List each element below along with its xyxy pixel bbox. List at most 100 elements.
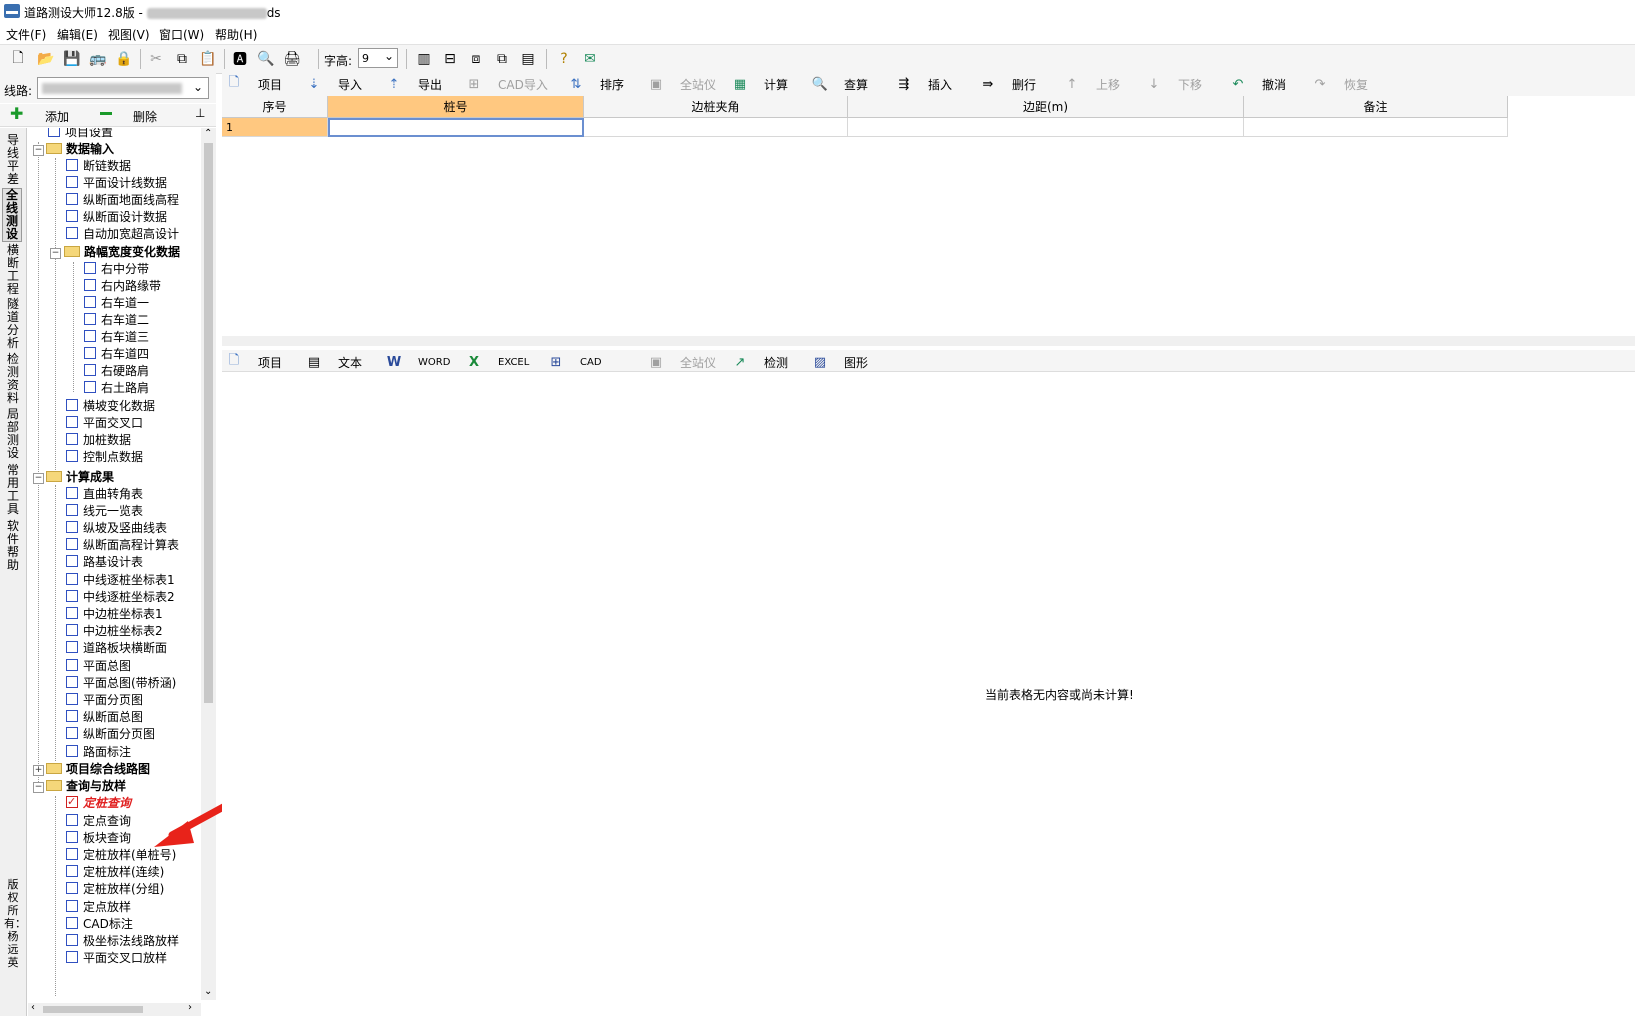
tree-item[interactable]: 纵断面总图	[66, 709, 143, 726]
cut-icon[interactable]: ✂	[146, 49, 166, 69]
tree-item[interactable]: 右内路缘带	[84, 278, 161, 295]
tree-item[interactable]: CAD标注	[66, 916, 133, 933]
tree-item[interactable]: 右车道二	[84, 312, 149, 329]
tree-item[interactable]: 平面总图(带桥涵)	[66, 675, 176, 692]
tree-folder-width-change[interactable]: 路幅宽度变化数据	[64, 244, 180, 261]
vtab-tunnel[interactable]: 隧道分析	[4, 298, 22, 350]
export-button[interactable]: ⇡ 导出	[386, 72, 442, 96]
window-restore-icon[interactable]: ⧈	[466, 49, 486, 69]
column-header[interactable]: 边距(m)	[848, 96, 1244, 118]
menu-file[interactable]: 文件(F)	[6, 26, 46, 43]
tree-item[interactable]: 右中分带	[84, 261, 149, 278]
tree-item-selected[interactable]: 定桩查询	[66, 793, 131, 812]
tree-folder-route-map[interactable]: 项目综合线路图	[46, 761, 150, 778]
tree-folder-data-input[interactable]: 数据输入	[46, 141, 114, 158]
tree-item[interactable]: 定桩放样(分组)	[66, 881, 164, 898]
pane-splitter[interactable]	[222, 336, 1635, 346]
project-button[interactable]: 🗋 项目	[226, 72, 282, 96]
vtab-full-line[interactable]: 全线测设	[2, 188, 22, 242]
tree-item[interactable]: 横坡变化数据	[66, 398, 155, 415]
tree-folder-results[interactable]: 计算成果	[46, 469, 114, 486]
tree-item[interactable]: 右车道一	[84, 295, 149, 312]
table-cell[interactable]	[848, 118, 1244, 137]
new-file-icon[interactable]: 🗋	[8, 49, 28, 69]
tree-item[interactable]: 中线逐桩坐标表2	[66, 589, 175, 606]
tree-item[interactable]: 自动加宽超高设计	[66, 226, 179, 243]
tree-item[interactable]: 板块查询	[66, 830, 131, 847]
delete-row-button[interactable]: ⇛ 删行	[980, 72, 1036, 96]
tree-item[interactable]: 直曲转角表	[66, 486, 143, 503]
tree-item[interactable]: 道路板块横断面	[66, 640, 167, 657]
tree-item[interactable]: 右硬路肩	[84, 363, 149, 380]
move-down-button[interactable]: ↓ 下移	[1146, 72, 1202, 96]
tree-horizontal-scrollbar[interactable]: ‹ ›	[28, 1002, 201, 1016]
column-header[interactable]: 备注	[1244, 96, 1508, 118]
add-button[interactable]: 添加	[45, 108, 69, 125]
tree-item[interactable]: 右车道四	[84, 346, 149, 363]
table-cell[interactable]	[1244, 118, 1508, 137]
tree-item[interactable]: 平面总图	[66, 658, 131, 675]
copy-icon[interactable]: ⧉	[172, 49, 192, 69]
window-cascade-icon[interactable]: ▥	[414, 49, 434, 69]
table-cell[interactable]	[584, 118, 848, 137]
tree-item[interactable]: 定点放样	[66, 899, 131, 916]
help-icon[interactable]: ?	[554, 49, 574, 69]
collapse-icon[interactable]: −	[33, 473, 44, 484]
undo-button[interactable]: ↶ 撤消	[1230, 72, 1286, 96]
collapse-icon[interactable]: −	[33, 145, 44, 156]
total-station-button[interactable]: ▣ 全站仪	[648, 72, 716, 96]
cad-import-button[interactable]: ⊞ CAD导入	[466, 72, 548, 96]
table-cell-selected[interactable]	[328, 118, 584, 137]
tree-item[interactable]: 平面交叉口	[66, 415, 143, 432]
save-icon[interactable]: 💾	[62, 49, 82, 69]
font-icon[interactable]: 🅰	[230, 49, 250, 69]
lock-icon[interactable]: 🔒	[114, 49, 134, 69]
vtab-local-survey[interactable]: 局部测设	[4, 408, 22, 460]
tree-item[interactable]: 纵断面设计数据	[66, 209, 167, 226]
mail-icon[interactable]: ✉	[580, 49, 600, 69]
print-preview-icon[interactable]: 🔍	[256, 49, 276, 69]
tree-item[interactable]: 中边桩坐标表1	[66, 606, 163, 623]
pin-icon[interactable]: ⊥	[195, 106, 205, 120]
tree-item[interactable]: 断链数据	[66, 158, 131, 175]
menu-edit[interactable]: 编辑(E)	[57, 26, 98, 43]
column-header[interactable]: 边桩夹角	[584, 96, 848, 118]
query-calc-button[interactable]: 🔍 查算	[812, 72, 868, 96]
window-layout-icon[interactable]: ▤	[518, 49, 538, 69]
sort-button[interactable]: ⇅ 排序	[568, 72, 624, 96]
collapse-icon[interactable]: −	[33, 782, 44, 793]
insert-button[interactable]: ⇶ 插入	[896, 72, 952, 96]
vtab-tools[interactable]: 常用工具	[4, 464, 22, 516]
tree-item[interactable]: 路面标注	[66, 744, 131, 761]
tree-item[interactable]: 控制点数据	[66, 449, 143, 466]
tree-item[interactable]: 平面设计线数据	[66, 175, 167, 192]
vtab-help[interactable]: 软件帮助	[4, 520, 22, 572]
tree-item[interactable]: 纵坡及竖曲线表	[66, 520, 167, 537]
tree-item[interactable]: 中边桩坐标表2	[66, 623, 163, 640]
paste-icon[interactable]: 📋	[198, 49, 218, 69]
car-icon[interactable]: 🚌	[88, 49, 108, 69]
tree-item[interactable]: 右车道三	[84, 329, 149, 346]
tree-vertical-scrollbar[interactable]: ⌃ ⌄	[201, 128, 216, 1000]
table-row-number[interactable]: 1	[222, 118, 328, 137]
tree-item[interactable]: 中线逐桩坐标表1	[66, 572, 175, 589]
vtab-inspection[interactable]: 检测资料	[4, 353, 22, 405]
delete-button[interactable]: 删除	[133, 108, 157, 125]
column-header[interactable]: 序号	[222, 96, 328, 118]
tree-item[interactable]: 线元一览表	[66, 503, 143, 520]
vtab-traverse[interactable]: 导线平差	[4, 134, 22, 186]
add-icon[interactable]: ✚	[10, 104, 23, 123]
tree-item[interactable]: 平面交叉口放样	[66, 950, 167, 967]
window-tile-icon[interactable]: ⧉	[492, 49, 512, 69]
window-minimize-icon[interactable]: ⊟	[440, 49, 460, 69]
menu-window[interactable]: 窗口(W)	[159, 26, 204, 43]
tree-folder-query[interactable]: 查询与放样	[46, 778, 126, 795]
tree-item[interactable]: 纵断面分页图	[66, 726, 155, 743]
column-header[interactable]: 桩号	[328, 96, 584, 118]
import-button[interactable]: ⇣ 导入	[306, 72, 362, 96]
minus-icon[interactable]	[100, 112, 112, 115]
tree-node-project-settings[interactable]: 项目设置	[48, 128, 113, 141]
menu-help[interactable]: 帮助(H)	[215, 26, 257, 43]
move-up-button[interactable]: ↑ 上移	[1064, 72, 1120, 96]
vtab-cross-section[interactable]: 横断工程	[4, 244, 22, 296]
